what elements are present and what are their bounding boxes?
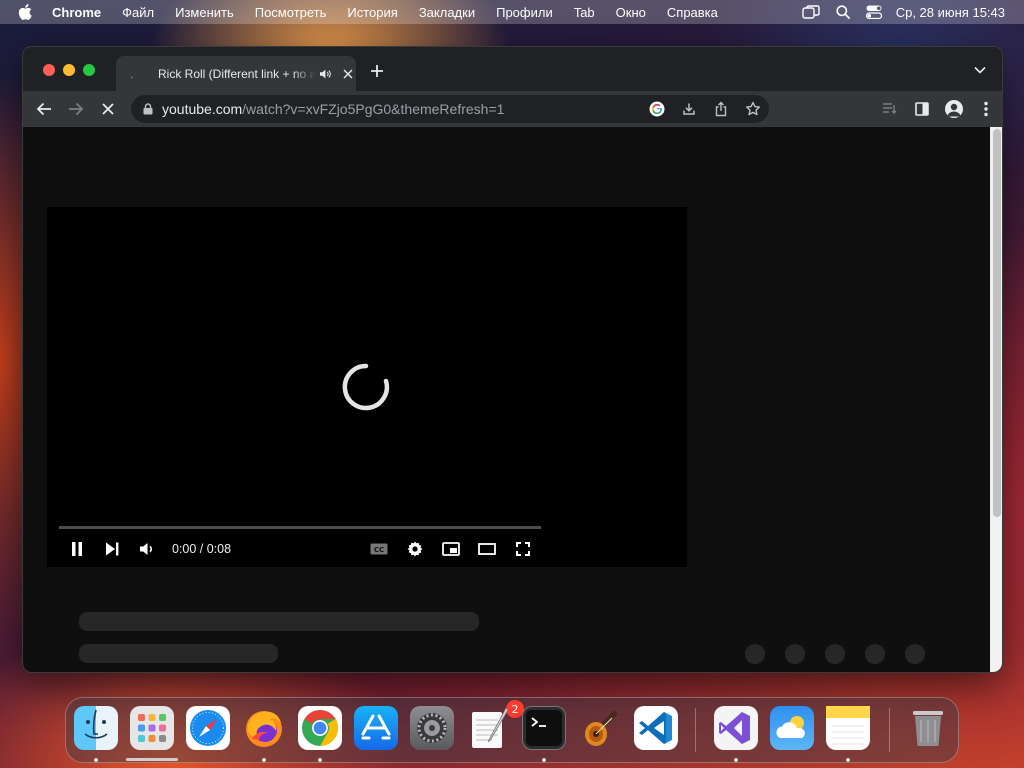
dock-chrome-icon[interactable] <box>298 706 342 750</box>
dock: 2 <box>65 697 959 763</box>
dock-app-store-icon[interactable] <box>354 706 398 750</box>
omnibox-actions <box>641 95 769 123</box>
zoom-window-button[interactable] <box>83 64 95 76</box>
menu-help[interactable]: Справка <box>667 5 718 20</box>
reading-list-icon[interactable] <box>874 102 906 116</box>
menu-edit[interactable]: Изменить <box>175 5 234 20</box>
menu-window[interactable]: Окно <box>616 5 646 20</box>
forward-button[interactable] <box>66 99 86 119</box>
running-indicator <box>846 758 850 762</box>
dock-vscode-icon[interactable] <box>634 706 678 750</box>
lock-icon[interactable] <box>143 103 153 115</box>
svg-text:CC: CC <box>374 546 384 554</box>
volume-icon[interactable] <box>136 537 160 561</box>
dock-weather-icon[interactable] <box>770 706 814 750</box>
dock-finder-icon[interactable] <box>74 706 118 750</box>
speaker-icon[interactable] <box>320 69 334 79</box>
address-bar[interactable]: youtube.com/watch?v=xvFZjo5PgG0&themeRef… <box>131 95 769 123</box>
menu-view[interactable]: Посмотреть <box>255 5 327 20</box>
menu-profiles[interactable]: Профили <box>496 5 553 20</box>
dock-launchpad-icon[interactable] <box>130 706 174 750</box>
profile-avatar-icon[interactable] <box>938 100 970 118</box>
minimize-window-button[interactable] <box>63 64 75 76</box>
settings-gear-icon[interactable] <box>403 537 427 561</box>
address-url[interactable]: youtube.com/watch?v=xvFZjo5PgG0&themeRef… <box>162 101 504 117</box>
spotlight-search-icon[interactable] <box>836 5 850 19</box>
google-lens-icon[interactable] <box>641 101 673 117</box>
side-panel-icon[interactable] <box>906 102 938 116</box>
control-center-icon[interactable] <box>865 5 882 19</box>
dock-visual-studio-icon[interactable] <box>714 706 758 750</box>
avatar <box>945 100 963 118</box>
tab-strip: . Rick Roll (Different link + no ads) <box>23 47 1002 91</box>
share-icon[interactable] <box>705 101 737 117</box>
channel-placeholder <box>79 644 278 663</box>
running-indicator <box>318 758 322 762</box>
video-progress-bar[interactable] <box>59 526 541 529</box>
menu-tab[interactable]: Tab <box>574 5 595 20</box>
menu-bar-extras: Ср, 28 июня 15:43 <box>786 0 1005 24</box>
dock-trash-icon[interactable] <box>906 706 950 750</box>
action-placeholder <box>745 644 765 664</box>
dock-garageband-icon[interactable] <box>578 706 622 750</box>
menu-history[interactable]: История <box>347 5 397 20</box>
screen-mirroring-icon[interactable] <box>802 5 820 19</box>
menu-bookmarks[interactable]: Закладки <box>419 5 475 20</box>
youtube-watch-page: 0:00 / 0:08 CC <box>23 127 1002 672</box>
tab-title: Rick Roll (Different link + no ads) <box>158 66 316 81</box>
fullscreen-icon[interactable] <box>511 537 535 561</box>
apple-menu-icon[interactable] <box>18 4 32 20</box>
player-controls: 0:00 / 0:08 CC <box>47 537 687 561</box>
close-window-button[interactable] <box>43 64 55 76</box>
action-placeholder <box>825 644 845 664</box>
title-placeholder <box>79 612 479 631</box>
new-tab-button[interactable] <box>368 62 386 80</box>
page-scrollbar[interactable] <box>990 127 1002 672</box>
dock-terminal-icon[interactable] <box>522 706 566 750</box>
loading-spinner-icon <box>342 363 390 411</box>
subtitles-cc-icon[interactable]: CC <box>367 537 391 561</box>
tab-search-chevron-icon[interactable] <box>974 65 988 75</box>
dock-textedit-icon[interactable] <box>466 706 510 750</box>
close-tab-icon[interactable] <box>340 66 356 82</box>
stop-loading-button[interactable] <box>98 99 118 119</box>
next-video-button[interactable] <box>100 537 124 561</box>
theater-mode-icon[interactable] <box>475 537 499 561</box>
bookmark-star-icon[interactable] <box>737 101 769 117</box>
running-indicator <box>262 758 266 762</box>
video-player[interactable]: 0:00 / 0:08 CC <box>47 207 687 567</box>
menu-file[interactable]: Файл <box>122 5 154 20</box>
chrome-window: . Rick Roll (Different link + no ads) yo… <box>22 46 1003 673</box>
menu-app-name[interactable]: Chrome <box>52 5 101 20</box>
running-indicator <box>94 758 98 762</box>
dock-separator <box>889 708 890 752</box>
running-indicator <box>734 758 738 762</box>
dock-firefox-icon[interactable] <box>242 706 286 750</box>
dock-notes-icon[interactable] <box>826 706 870 750</box>
menu-bar-clock[interactable]: Ср, 28 июня 15:43 <box>896 5 1005 20</box>
miniplayer-icon[interactable] <box>439 537 463 561</box>
video-time-display: 0:00 / 0:08 <box>172 542 232 556</box>
running-indicator <box>542 758 546 762</box>
toolbar-actions <box>874 91 1002 127</box>
scrollbar-thumb[interactable] <box>993 129 1001 517</box>
action-placeholder <box>905 644 925 664</box>
dock-system-settings-icon[interactable] <box>410 706 454 750</box>
install-app-icon[interactable] <box>673 101 705 117</box>
back-button[interactable] <box>34 99 54 119</box>
launchpad-indicator <box>126 758 178 761</box>
action-placeholder <box>785 644 805 664</box>
tab-active[interactable]: . Rick Roll (Different link + no ads) <box>116 56 356 91</box>
pause-button[interactable] <box>65 537 89 561</box>
url-path: /watch?v=xvFZjo5PgG0&themeRefresh=1 <box>242 101 505 117</box>
url-host: youtube.com <box>162 101 243 117</box>
loading-indicator-icon: . <box>130 66 134 81</box>
browser-toolbar: youtube.com/watch?v=xvFZjo5PgG0&themeRef… <box>23 91 1002 127</box>
chrome-menu-kebab-icon[interactable] <box>970 101 1002 117</box>
dock-safari-icon[interactable] <box>186 706 230 750</box>
action-placeholder <box>865 644 885 664</box>
dock-separator <box>695 708 696 752</box>
menu-bar: Chrome Файл Изменить Посмотреть История … <box>0 0 1024 24</box>
